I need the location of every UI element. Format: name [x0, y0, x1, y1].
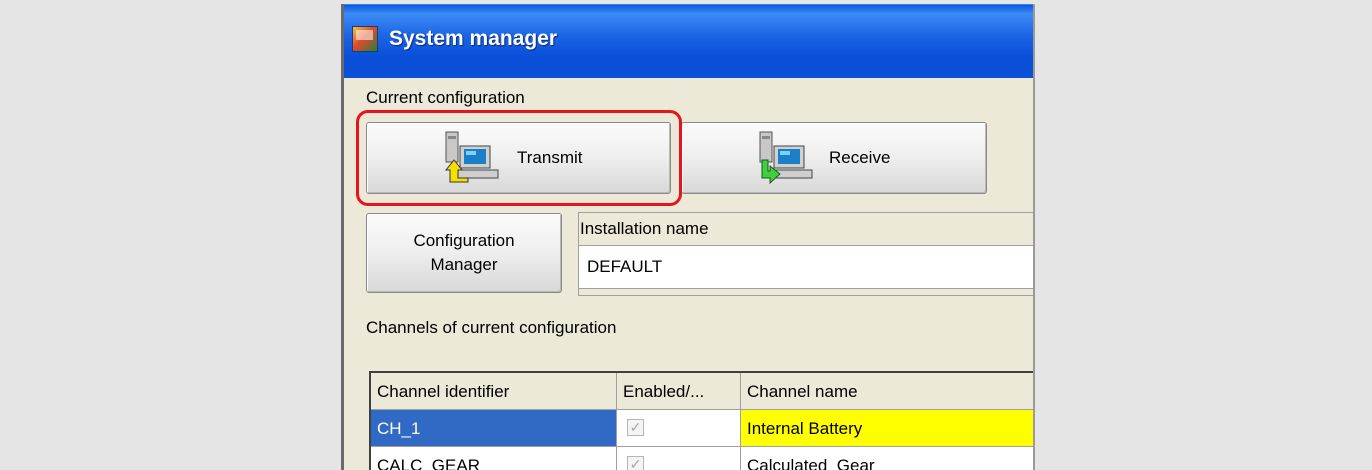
client-area: Current configuration Transmit Receive C…: [344, 78, 1033, 470]
computer-download-icon: [759, 131, 813, 185]
configuration-manager-line1: Configuration: [413, 231, 515, 250]
enabled-checkbox[interactable]: ✓: [627, 419, 644, 436]
configuration-manager-line2: Manager: [430, 255, 498, 274]
receive-button[interactable]: Receive: [681, 122, 987, 194]
channel-identifier-cell[interactable]: CH_1: [371, 410, 617, 447]
enabled-cell: ✓: [617, 410, 741, 447]
computer-upload-icon: [444, 131, 499, 183]
table-row[interactable]: CH_1 ✓ Internal Battery: [371, 410, 1033, 447]
channel-identifier-cell[interactable]: CALC_GEAR: [371, 447, 617, 470]
receive-label: Receive: [829, 148, 891, 167]
transmit-button[interactable]: Transmit: [366, 122, 671, 194]
enabled-checkbox[interactable]: ✓: [627, 456, 644, 470]
installation-name-value: DEFAULT: [587, 257, 663, 276]
system-manager-window: System manager Current configuration Tra…: [341, 4, 1035, 470]
channel-name-cell[interactable]: Calculated_Gear: [741, 447, 1033, 470]
column-header-channel-name[interactable]: Channel name: [741, 373, 1033, 410]
channels-grid: Channel identifier Enabled/... Channel n…: [369, 371, 1033, 470]
installation-name-input[interactable]: DEFAULT: [578, 245, 1033, 289]
column-header-channel-identifier[interactable]: Channel identifier: [371, 373, 617, 410]
current-configuration-label: Current configuration: [366, 88, 525, 107]
app-icon: [352, 26, 378, 52]
column-header-enabled[interactable]: Enabled/...: [617, 373, 741, 410]
channels-label: Channels of current configuration: [366, 318, 617, 337]
configuration-manager-button[interactable]: Configuration Manager: [366, 213, 562, 293]
window-title: System manager: [389, 27, 558, 50]
channel-name-cell[interactable]: Internal Battery: [741, 410, 1033, 447]
transmit-label: Transmit: [517, 148, 583, 167]
enabled-cell: ✓: [617, 447, 741, 470]
grid-header-row: Channel identifier Enabled/... Channel n…: [371, 373, 1033, 410]
title-bar[interactable]: System manager: [344, 4, 1033, 79]
installation-name-label: Installation name: [580, 219, 709, 238]
table-row[interactable]: CALC_GEAR ✓ Calculated_Gear: [371, 447, 1033, 470]
